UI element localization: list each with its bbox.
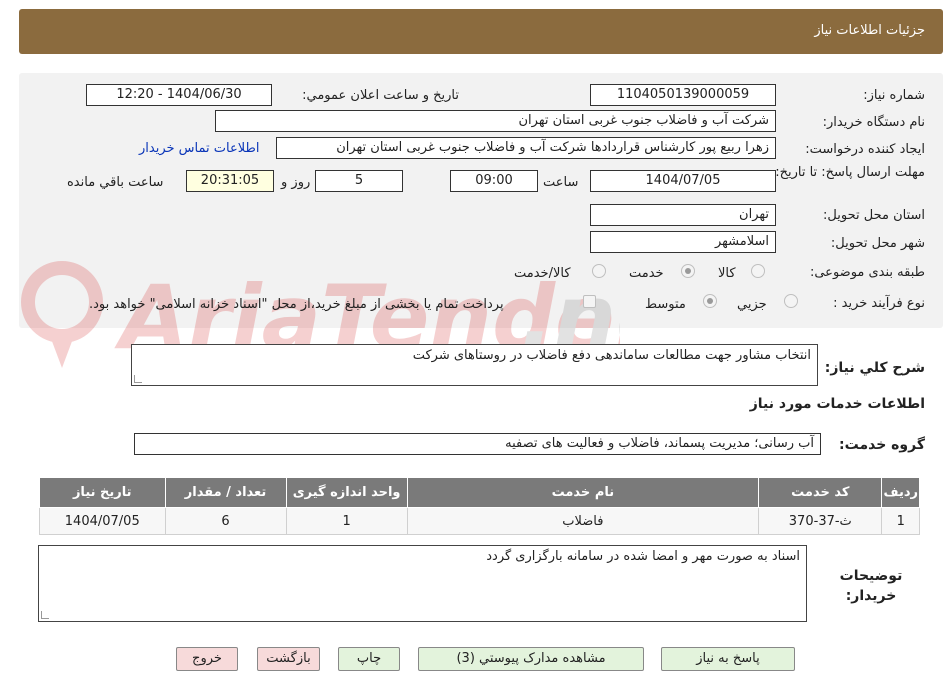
services-table: رديف کد خدمت نام خدمت واحد اندازه گيری ت… xyxy=(39,477,920,535)
exit-button[interactable]: خروج xyxy=(176,647,238,671)
process-type-label: نوع فرآیند خرید : xyxy=(833,296,925,311)
resize-grip-icon[interactable] xyxy=(41,611,49,619)
category-option-goods-service: کالا/خدمت xyxy=(514,266,571,281)
col-unit: واحد اندازه گيری xyxy=(285,477,408,508)
province-label: استان محل تحویل: xyxy=(823,208,925,223)
deadline-time-field: 09:00 xyxy=(450,170,538,192)
service-group-field: آب رسانی؛ مدیریت پسماند، فاضلاب و فعالیت… xyxy=(134,433,821,455)
buyer-org-field: شرکت آب و فاضلاب جنوب غربی استان تهران xyxy=(215,110,776,132)
category-option-goods: کالا xyxy=(718,266,736,281)
services-section-title: اطلاعات خدمات مورد نياز xyxy=(749,396,925,412)
days-remaining-field: 5 xyxy=(315,170,403,192)
category-radio-goods-service[interactable] xyxy=(592,264,606,278)
page-title: جزئیات اطلاعات نیاز xyxy=(814,23,925,38)
process-radio-minor[interactable] xyxy=(784,294,798,308)
deadline-date-field: 1404/07/05 xyxy=(590,170,776,192)
category-label: طبقه بندی موضوعی: xyxy=(809,265,925,280)
cell-unit: 1 xyxy=(285,507,408,535)
buyer-org-label: نام دستگاه خريدار: xyxy=(822,115,925,130)
requester-field: زهرا ربیع پور کارشناس قراردادها شرکت آب … xyxy=(276,137,776,159)
process-radio-medium[interactable] xyxy=(703,294,717,308)
col-service-name: نام خدمت xyxy=(406,477,760,508)
service-group-label: گروه خدمت: xyxy=(839,437,925,453)
page-header: جزئیات اطلاعات نیاز xyxy=(19,9,943,54)
deadline-label: مهلت ارسال پاسخ: تا تاریخ: xyxy=(775,165,925,180)
col-row-number: رديف xyxy=(881,477,920,508)
category-radio-service[interactable] xyxy=(681,264,695,278)
remaining-time-label: ساعت باقي مانده xyxy=(67,175,164,190)
process-option-minor: جزيي xyxy=(737,297,767,312)
cell-quantity: 6 xyxy=(164,507,287,535)
col-need-date: تاريخ نياز xyxy=(39,477,166,508)
col-quantity: تعداد / مقدار xyxy=(164,477,287,508)
requester-label: ايجاد کننده درخواست: xyxy=(805,142,925,157)
announce-label: تاریخ و ساعت اعلان عمومي: xyxy=(302,88,459,103)
cell-row-number: 1 xyxy=(881,507,920,535)
province-field: تهران xyxy=(590,204,776,226)
need-number-label: شماره نیاز: xyxy=(863,88,925,103)
days-label: روز و xyxy=(281,175,311,190)
process-option-medium: متوسط xyxy=(645,297,686,312)
buyer-notes-label: توضيحات خريدار: xyxy=(839,568,903,604)
remaining-time-field: 20:31:05 xyxy=(186,170,274,192)
city-label: شهر محل تحویل: xyxy=(830,236,925,251)
cell-service-name: فاضلاب xyxy=(406,507,760,535)
col-service-code: کد خدمت xyxy=(758,477,883,508)
description-text: انتخاب مشاور جهت مطالعات ساماندهی دفع فا… xyxy=(412,348,811,363)
buyer-notes-text: اسناد به صورت مهر و امضا شده در سامانه ب… xyxy=(486,549,800,564)
back-button[interactable]: بازگشت xyxy=(257,647,320,671)
buyer-contact-link[interactable]: اطلاعات تماس خريدار xyxy=(139,141,259,156)
buyer-notes-field: اسناد به صورت مهر و امضا شده در سامانه ب… xyxy=(38,545,807,622)
description-field: انتخاب مشاور جهت مطالعات ساماندهی دفع فا… xyxy=(131,344,818,386)
category-radio-goods[interactable] xyxy=(751,264,765,278)
city-field: اسلامشهر xyxy=(590,231,776,253)
cell-need-date: 1404/07/05 xyxy=(39,507,166,535)
print-button[interactable]: چاپ xyxy=(338,647,400,671)
table-header-row: رديف کد خدمت نام خدمت واحد اندازه گيری ت… xyxy=(39,477,920,508)
view-attachments-button[interactable]: مشاهده مدارک پيوستي (3) xyxy=(418,647,644,671)
deadline-time-label: ساعت xyxy=(543,175,579,190)
announce-datetime-field: 1404/06/30 - 12:20 xyxy=(86,84,272,106)
reply-to-need-button[interactable]: پاسخ به نياز xyxy=(661,647,795,671)
description-label: شرح کلي نياز: xyxy=(824,360,925,376)
treasury-payment-note: پرداخت تمام یا بخشی از مبلغ خرید،از محل … xyxy=(89,297,504,312)
resize-grip-icon[interactable] xyxy=(134,375,142,383)
category-option-service: خدمت xyxy=(629,266,664,281)
need-number-field: 1104050139000059 xyxy=(590,84,776,106)
treasury-payment-checkbox[interactable] xyxy=(583,295,596,308)
cell-service-code: ث-37-370 xyxy=(758,507,883,535)
table-row: 1 ث-37-370 فاضلاب 1 6 1404/07/05 xyxy=(39,507,920,535)
